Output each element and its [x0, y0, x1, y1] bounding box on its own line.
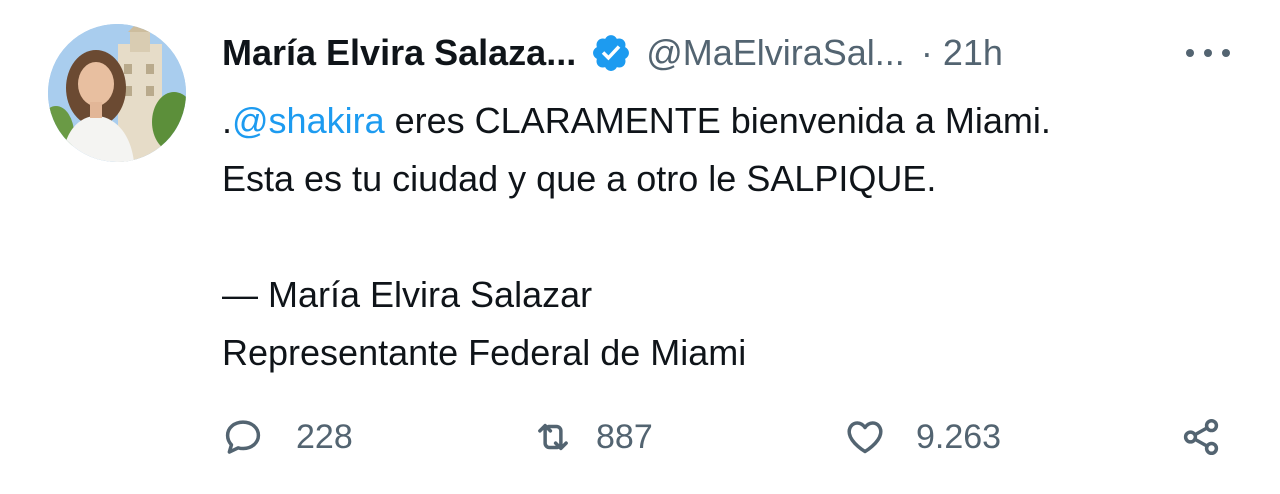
author-avatar[interactable]	[48, 24, 186, 162]
reply-icon	[225, 420, 261, 454]
reply-count: 228	[296, 417, 353, 456]
tweet-line-1: .@shakira eres CLARAMENTE bienvenida a M…	[222, 92, 1232, 150]
more-horizontal-icon[interactable]	[1186, 40, 1230, 66]
tweet-body: .@shakira eres CLARAMENTE bienvenida a M…	[222, 92, 1232, 382]
like-button[interactable]: 9.263	[844, 412, 1001, 462]
retweet-icon	[538, 423, 568, 451]
line1-prefix: .	[222, 100, 233, 141]
reply-button[interactable]: 228	[222, 412, 353, 462]
author-display-name[interactable]: María Elvira Salaza...	[222, 32, 576, 74]
tweet-line-title: Representante Federal de Miami	[222, 332, 747, 373]
tweet-card: María Elvira Salaza... @MaElviraSal... ·…	[0, 0, 1280, 494]
header-separator: ·	[920, 32, 933, 73]
retweet-button[interactable]: 887	[532, 412, 653, 462]
line1-rest: eres CLARAMENTE bienvenida a Miami.	[384, 100, 1051, 141]
retweet-count: 887	[596, 417, 653, 456]
tweet-line-signature: — María Elvira Salazar	[222, 274, 593, 315]
tweet-line-2: Esta es tu ciudad y que a otro le SALPIQ…	[222, 158, 937, 199]
mention-link[interactable]: @shakira	[232, 100, 385, 141]
like-count: 9.263	[916, 417, 1002, 456]
avatar-photo	[48, 24, 186, 162]
more-dot	[1222, 49, 1230, 57]
tweet-timestamp[interactable]: 21h	[943, 32, 1003, 74]
more-dot	[1204, 49, 1212, 57]
tweet-header: María Elvira Salaza... @MaElviraSal... ·…	[222, 28, 1003, 78]
heart-icon	[847, 421, 883, 454]
share-icon	[1183, 418, 1219, 456]
author-handle[interactable]: @MaElviraSal...	[646, 32, 905, 74]
more-dot	[1186, 49, 1194, 57]
share-button[interactable]	[1180, 412, 1222, 462]
verified-badge-icon	[590, 32, 632, 74]
tweet-actions: 228 887 9.263	[222, 412, 1232, 462]
